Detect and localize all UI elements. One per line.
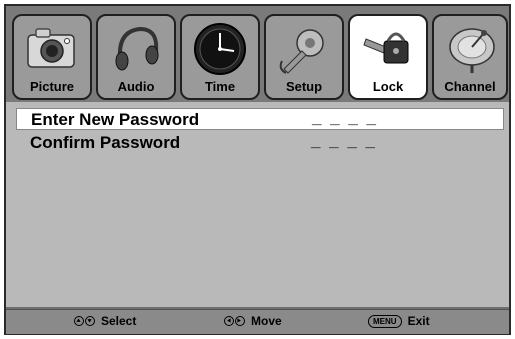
confirm-password-field[interactable]: _ _ _ _ <box>311 131 377 151</box>
select-hint: Select <box>74 314 136 328</box>
up-down-arrows-icon <box>74 316 95 326</box>
camera-icon <box>27 28 75 68</box>
tab-time[interactable]: Time <box>180 14 260 100</box>
tab-label: Time <box>204 79 236 94</box>
headphones-icon <box>115 26 159 71</box>
exit-hint: MENU Exit <box>368 314 430 328</box>
left-right-arrows-icon <box>224 316 245 326</box>
menu-tab-bar: Picture Audio Time Setup Lock Channel <box>6 6 509 102</box>
tab-label: Picture <box>29 79 75 94</box>
confirm-password-row[interactable]: Confirm Password _ _ _ _ <box>16 131 504 154</box>
tab-label: Lock <box>372 79 404 94</box>
tab-lock[interactable]: Lock <box>348 14 428 100</box>
select-label: Select <box>101 314 137 328</box>
button-hint-bar: Select Move MENU Exit <box>6 309 509 334</box>
tab-setup[interactable]: Setup <box>264 14 344 100</box>
lock-icon <box>363 32 409 64</box>
move-hint: Move <box>224 314 282 328</box>
lock-settings-panel: Enter New Password _ _ _ _ Confirm Passw… <box>6 102 509 307</box>
tab-label: Channel <box>444 79 496 94</box>
tab-channel[interactable]: Channel <box>432 14 508 100</box>
clock-icon <box>194 23 246 75</box>
enter-new-password-row[interactable]: Enter New Password _ _ _ _ <box>16 108 504 130</box>
tab-label: Setup <box>285 79 323 94</box>
exit-label: Exit <box>407 314 430 328</box>
new-password-field[interactable]: _ _ _ _ <box>312 108 378 128</box>
tab-audio[interactable]: Audio <box>96 14 176 100</box>
enter-new-password-label: Enter New Password <box>31 110 200 129</box>
satellite-dish-icon <box>449 28 495 73</box>
gear-icon <box>279 29 324 74</box>
confirm-password-label: Confirm Password <box>30 133 181 152</box>
tv-menu-screen: Picture Audio Time Setup Lock Channel En… <box>4 4 511 335</box>
menu-key-icon: MENU <box>368 314 402 328</box>
move-label: Move <box>251 314 282 328</box>
tab-label: Audio <box>117 79 155 94</box>
tab-picture[interactable]: Picture <box>12 14 92 100</box>
